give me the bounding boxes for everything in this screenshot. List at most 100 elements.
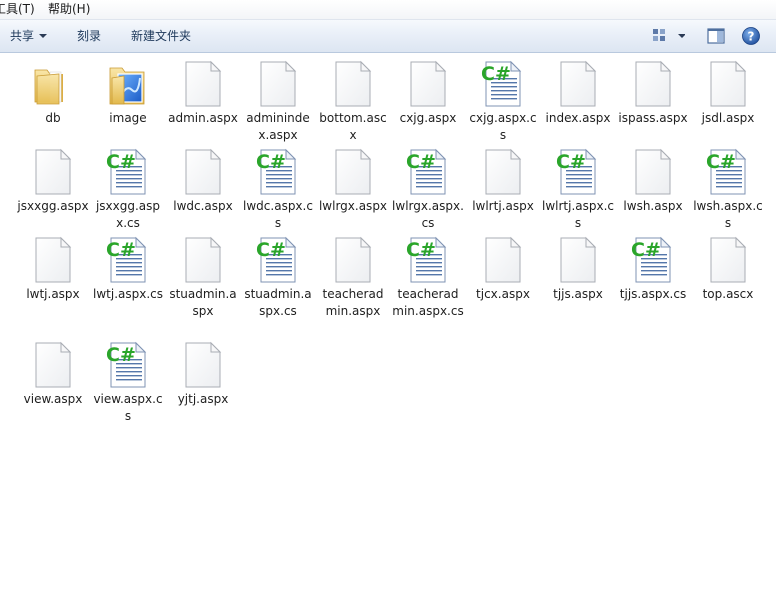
file-item[interactable]: jsxxgg.aspx xyxy=(17,148,89,215)
file-name: view.aspx xyxy=(23,392,83,406)
csharp-file-icon: C# xyxy=(254,236,302,284)
file-item[interactable]: index.aspx xyxy=(542,60,614,127)
blank-file-icon xyxy=(29,341,77,389)
file-name: stuadmin.aspx xyxy=(169,287,237,318)
blank-file-icon xyxy=(479,148,527,196)
csharp-file-icon: C# xyxy=(104,148,152,196)
file-item[interactable]: yjtj.aspx xyxy=(167,341,239,408)
file-item[interactable]: C# view.aspx.cs xyxy=(92,341,164,425)
file-item[interactable]: C# jsxxgg.aspx.cs xyxy=(92,148,164,232)
file-name: lwlrgx.aspx xyxy=(318,199,388,213)
file-item[interactable]: cxjg.aspx xyxy=(392,60,464,127)
file-name: jsxxgg.aspx.cs xyxy=(95,199,161,230)
file-name: adminindex.aspx xyxy=(246,111,310,142)
view-options-icon[interactable] xyxy=(651,26,686,46)
file-item[interactable]: lwlrgx.aspx xyxy=(317,148,389,215)
blank-file-icon xyxy=(179,60,227,108)
file-name: image xyxy=(109,111,147,125)
file-name: db xyxy=(45,111,61,125)
blank-file-icon xyxy=(554,236,602,284)
blank-file-icon xyxy=(29,148,77,196)
preview-pane-icon[interactable] xyxy=(706,26,726,46)
file-item[interactable]: view.aspx xyxy=(17,341,89,408)
csharp-file-icon: C# xyxy=(404,148,452,196)
file-name: stuadmin.aspx.cs xyxy=(244,287,312,318)
file-name: jsdl.aspx xyxy=(701,111,755,125)
help-icon[interactable]: ? xyxy=(741,26,761,46)
csharp-file-icon: C# xyxy=(554,148,602,196)
file-item[interactable]: image xyxy=(92,60,164,127)
file-item[interactable]: C# teacheradmin.aspx.cs xyxy=(392,236,464,320)
image-folder-icon xyxy=(104,60,152,108)
file-item[interactable]: ispass.aspx xyxy=(617,60,689,127)
file-name: index.aspx xyxy=(545,111,611,125)
file-name: tjcx.aspx xyxy=(476,287,530,301)
file-name: lwtj.aspx.cs xyxy=(93,287,163,301)
file-item[interactable]: C# lwdc.aspx.cs xyxy=(242,148,314,232)
file-item[interactable]: stuadmin.aspx xyxy=(167,236,239,320)
blank-file-icon xyxy=(254,60,302,108)
file-item[interactable]: top.ascx xyxy=(692,236,764,303)
file-item[interactable]: admin.aspx xyxy=(167,60,239,127)
file-item[interactable]: tjcx.aspx xyxy=(467,236,539,303)
file-item[interactable]: lwtj.aspx xyxy=(17,236,89,303)
blank-file-icon xyxy=(704,60,752,108)
blank-file-icon xyxy=(329,60,377,108)
file-item[interactable]: C# tjjs.aspx.cs xyxy=(617,236,689,303)
file-name: cxjg.aspx xyxy=(399,111,457,125)
csharp-file-icon: C# xyxy=(704,148,752,196)
file-name: admin.aspx xyxy=(168,111,238,125)
file-item[interactable]: C# lwtj.aspx.cs xyxy=(92,236,164,303)
blank-file-icon xyxy=(479,236,527,284)
file-name: lwdc.aspx xyxy=(173,199,233,213)
file-item[interactable]: C# cxjg.aspx.cs xyxy=(467,60,539,144)
svg-text:C#: C# xyxy=(481,63,511,85)
file-name: lwlrgx.aspx.cs xyxy=(392,199,464,230)
burn-button[interactable]: 刻录 xyxy=(77,28,101,44)
svg-text:C#: C# xyxy=(406,239,436,261)
file-name: jsxxgg.aspx xyxy=(17,199,89,213)
blank-file-icon xyxy=(554,60,602,108)
file-name: top.ascx xyxy=(702,287,754,301)
file-name: view.aspx.cs xyxy=(93,392,163,423)
blank-file-icon xyxy=(179,341,227,389)
blank-file-icon xyxy=(329,148,377,196)
svg-text:C#: C# xyxy=(106,344,136,366)
file-list: db image admin.aspx adminindex.aspx bott… xyxy=(0,53,776,593)
folder-icon xyxy=(29,60,77,108)
blank-file-icon xyxy=(629,60,677,108)
file-item[interactable]: C# lwsh.aspx.cs xyxy=(692,148,764,232)
file-item[interactable]: lwdc.aspx xyxy=(167,148,239,215)
file-item[interactable]: db xyxy=(17,60,89,127)
blank-file-icon xyxy=(29,236,77,284)
file-item[interactable]: lwlrtj.aspx xyxy=(467,148,539,215)
chevron-down-icon xyxy=(39,33,48,38)
file-name: lwsh.aspx xyxy=(623,199,683,213)
svg-text:C#: C# xyxy=(556,151,586,173)
file-item[interactable]: teacheradmin.aspx xyxy=(317,236,389,320)
csharp-file-icon: C# xyxy=(629,236,677,284)
svg-text:?: ? xyxy=(748,30,755,44)
csharp-file-icon: C# xyxy=(254,148,302,196)
file-name: teacheradmin.aspx xyxy=(322,287,384,318)
file-item[interactable]: C# stuadmin.aspx.cs xyxy=(242,236,314,320)
blank-file-icon xyxy=(629,148,677,196)
file-item[interactable]: C# lwlrtj.aspx.cs xyxy=(542,148,614,232)
file-name: lwlrtj.aspx.cs xyxy=(542,199,615,230)
file-name: lwdc.aspx.cs xyxy=(243,199,313,230)
menu-tools[interactable]: 工具(T) xyxy=(0,2,35,17)
file-item[interactable]: C# lwlrgx.aspx.cs xyxy=(392,148,464,232)
file-item[interactable]: tjjs.aspx xyxy=(542,236,614,303)
file-item[interactable]: adminindex.aspx xyxy=(242,60,314,144)
file-item[interactable]: bottom.ascx xyxy=(317,60,389,144)
svg-text:C#: C# xyxy=(106,239,136,261)
svg-text:C#: C# xyxy=(106,151,136,173)
menu-help[interactable]: 帮助(H) xyxy=(48,2,90,17)
svg-text:C#: C# xyxy=(256,239,286,261)
file-item[interactable]: lwsh.aspx xyxy=(617,148,689,215)
share-button[interactable]: 共享 xyxy=(10,28,48,44)
file-name: lwlrtj.aspx xyxy=(472,199,534,213)
new-folder-button[interactable]: 新建文件夹 xyxy=(131,28,191,44)
command-bar: 共享 刻录 新建文件夹 ? xyxy=(0,20,776,53)
file-item[interactable]: jsdl.aspx xyxy=(692,60,764,127)
